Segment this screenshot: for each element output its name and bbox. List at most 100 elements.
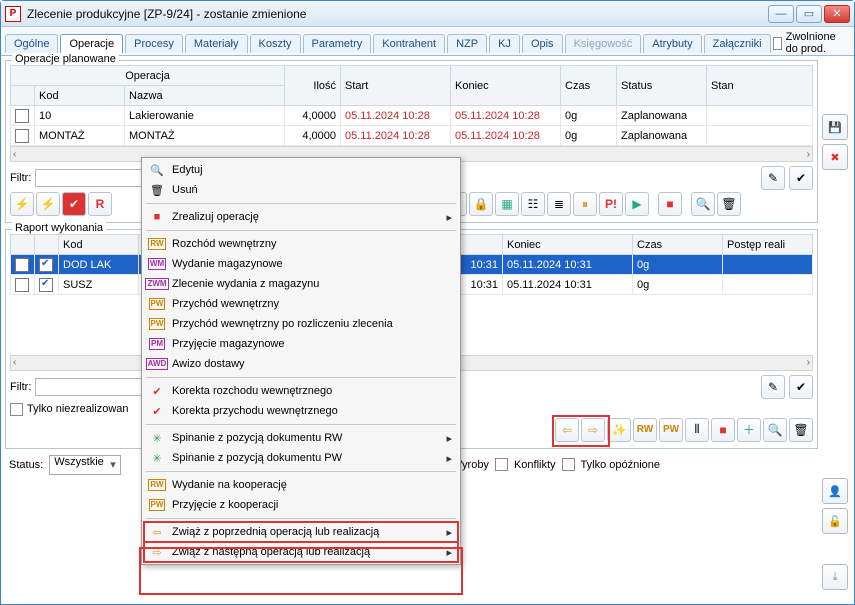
r-filter-toggle-icon[interactable]: ✔ bbox=[789, 375, 813, 399]
only-unrealized-check[interactable] bbox=[10, 403, 23, 416]
tab-nzp[interactable]: NZP bbox=[447, 34, 487, 53]
menu-item[interactable]: 🔍Edytuj bbox=[144, 160, 458, 180]
rcol-czas[interactable]: Czas bbox=[633, 235, 723, 255]
col-chk[interactable] bbox=[11, 86, 35, 106]
user-add-icon[interactable]: 👤 bbox=[822, 478, 848, 504]
lock-icon[interactable]: 🔒 bbox=[469, 192, 493, 216]
search2-icon[interactable]: 🔍 bbox=[763, 418, 787, 442]
gantt-icon[interactable]: ☷ bbox=[521, 192, 545, 216]
menu-item[interactable]: AWDAwizo dostawy bbox=[144, 354, 458, 374]
menu-item[interactable]: ✳Spinanie z pozycją dokumentu RW▸ bbox=[144, 428, 458, 448]
release-checkbox[interactable] bbox=[773, 37, 782, 50]
minimize-button[interactable]: — bbox=[768, 5, 794, 23]
tab-opis[interactable]: Opis bbox=[522, 34, 563, 53]
sheet-icon[interactable]: ▦ bbox=[495, 192, 519, 216]
tab-kj[interactable]: KJ bbox=[489, 34, 520, 53]
columns-icon[interactable]: ⦀ bbox=[685, 418, 709, 442]
wand-icon[interactable]: ✨ bbox=[607, 418, 631, 442]
link-next-icon[interactable]: ⇨ bbox=[581, 418, 605, 442]
stop2-icon[interactable]: ■ bbox=[711, 418, 735, 442]
release-label: Zwolnione do prod. bbox=[786, 31, 846, 55]
context-menu[interactable]: 🔍Edytuj🗑Usuń ■Zrealizuj operację▸ RWRozchó… bbox=[141, 157, 461, 565]
menu-item[interactable]: RWRozchód wewnętrzny bbox=[144, 234, 458, 254]
status-select[interactable]: Wszystkie bbox=[49, 455, 121, 475]
row-check[interactable] bbox=[15, 109, 29, 123]
export-icon[interactable]: ⤓ bbox=[822, 564, 848, 590]
maximize-button[interactable]: ▭ bbox=[796, 5, 822, 23]
menu-item[interactable]: ✳Spinanie z pozycją dokumentu PW▸ bbox=[144, 448, 458, 468]
r-icon[interactable]: R bbox=[88, 192, 112, 216]
col-nazwa[interactable]: Nazwa bbox=[125, 86, 285, 106]
planned-filter-input[interactable] bbox=[35, 169, 155, 187]
col-kod[interactable]: Kod bbox=[35, 86, 125, 106]
tab-koszty[interactable]: Koszty bbox=[250, 34, 301, 53]
pause-icon[interactable]: ⏸ bbox=[573, 192, 597, 216]
tab-atrybuty[interactable]: Atrybuty bbox=[643, 34, 701, 53]
alert-icon[interactable]: P! bbox=[599, 192, 623, 216]
menu-icon: ⇨ bbox=[148, 544, 166, 560]
tab-parametry[interactable]: Parametry bbox=[303, 34, 372, 53]
tab-procesy[interactable]: Procesy bbox=[125, 34, 183, 53]
col-status[interactable]: Status bbox=[617, 66, 707, 106]
menu-item[interactable]: 🗑Usuń bbox=[144, 180, 458, 200]
menu-item[interactable]: ⇨Zwiąż z następną operacją lub realizacj… bbox=[144, 542, 458, 562]
link-prev-icon[interactable]: ⇦ bbox=[555, 418, 579, 442]
list-icon[interactable]: ≣ bbox=[547, 192, 571, 216]
col-stan[interactable]: Stan bbox=[707, 66, 813, 106]
cancel-big-button[interactable]: ✖ bbox=[822, 144, 848, 170]
rcol-koniec[interactable]: Koniec bbox=[503, 235, 633, 255]
r-row-box[interactable] bbox=[15, 278, 29, 292]
pw-icon[interactable]: PW bbox=[659, 418, 683, 442]
menu-item[interactable]: WMWydanie magazynowe bbox=[144, 254, 458, 274]
menu-item[interactable]: ZWMZlecenie wydania z magazynu bbox=[144, 274, 458, 294]
search-icon[interactable]: 🔍 bbox=[691, 192, 715, 216]
tab-ksiegowosc[interactable]: Księgowość bbox=[565, 34, 642, 53]
check-red-icon[interactable]: ✔ bbox=[62, 192, 86, 216]
tab-materialy[interactable]: Materiały bbox=[185, 34, 248, 53]
col-start[interactable]: Start bbox=[341, 66, 451, 106]
play-icon[interactable]: ▶ bbox=[625, 192, 649, 216]
tab-zalaczniki[interactable]: Załączniki bbox=[704, 34, 771, 53]
planned-row[interactable]: MONTAŻ MONTAŻ 4,0000 05.11.2024 10:28 05… bbox=[11, 126, 813, 146]
planned-grid[interactable]: Operacja Ilość Start Koniec Czas Status … bbox=[10, 65, 813, 146]
r-row-check[interactable] bbox=[39, 258, 53, 272]
r-row-box[interactable] bbox=[15, 258, 29, 272]
menu-item[interactable]: PMPrzyjęcie magazynowe bbox=[144, 334, 458, 354]
menu-item[interactable]: RWWydanie na kooperację bbox=[144, 475, 458, 495]
menu-item-label: Przyjęcie magazynowe bbox=[172, 338, 285, 350]
filter-toggle-icon[interactable]: ✔ bbox=[789, 166, 813, 190]
r-row-check[interactable] bbox=[39, 278, 53, 292]
close-button[interactable]: ✕ bbox=[824, 5, 850, 23]
menu-item[interactable]: ✔Korekta rozchodu wewnętrznego bbox=[144, 381, 458, 401]
unlock-icon[interactable]: 🔓 bbox=[822, 508, 848, 534]
opoznione-check[interactable] bbox=[562, 458, 575, 471]
rcol-kod[interactable]: Kod bbox=[59, 235, 139, 255]
konflikty-check[interactable] bbox=[495, 458, 508, 471]
menu-item[interactable]: PWPrzychód wewnętrzny bbox=[144, 294, 458, 314]
menu-item[interactable]: PWPrzyjęcie z kooperacji bbox=[144, 495, 458, 515]
r-filter-edit-icon[interactable]: ✎ bbox=[761, 375, 785, 399]
trash2-icon[interactable]: 🗑 bbox=[789, 418, 813, 442]
row-check[interactable] bbox=[15, 129, 29, 143]
col-koniec[interactable]: Koniec bbox=[451, 66, 561, 106]
menu-item[interactable]: ■Zrealizuj operację▸ bbox=[144, 207, 458, 227]
rcol-post[interactable]: Postęp reali bbox=[723, 235, 813, 255]
tab-ogolne[interactable]: Ogólne bbox=[5, 34, 58, 53]
bolt2-icon[interactable]: ⚡ bbox=[36, 192, 60, 216]
report-filter-input[interactable] bbox=[35, 378, 155, 396]
tab-operacje[interactable]: Operacje bbox=[60, 34, 123, 53]
col-czas[interactable]: Czas bbox=[561, 66, 617, 106]
bolt-icon[interactable]: ⚡ bbox=[10, 192, 34, 216]
tab-kontrahent[interactable]: Kontrahent bbox=[373, 34, 445, 53]
col-ilosc[interactable]: Ilość bbox=[285, 66, 341, 106]
planned-row[interactable]: 10 Lakierowanie 4,0000 05.11.2024 10:28 … bbox=[11, 106, 813, 126]
save-button[interactable]: 💾 bbox=[822, 114, 848, 140]
rw-icon[interactable]: RW bbox=[633, 418, 657, 442]
menu-item[interactable]: ✔Korekta przychodu wewnętrznego bbox=[144, 401, 458, 421]
menu-item[interactable]: PWPrzychód wewnętrzny po rozliczeniu zle… bbox=[144, 314, 458, 334]
trash-icon[interactable]: 🗑 bbox=[717, 192, 741, 216]
add-icon[interactable]: ＋ bbox=[737, 418, 761, 442]
menu-item[interactable]: ⇦Zwiąż z poprzednią operacją lub realiza… bbox=[144, 522, 458, 542]
filter-edit-icon[interactable]: ✎ bbox=[761, 166, 785, 190]
stop-icon[interactable]: ■ bbox=[658, 192, 682, 216]
